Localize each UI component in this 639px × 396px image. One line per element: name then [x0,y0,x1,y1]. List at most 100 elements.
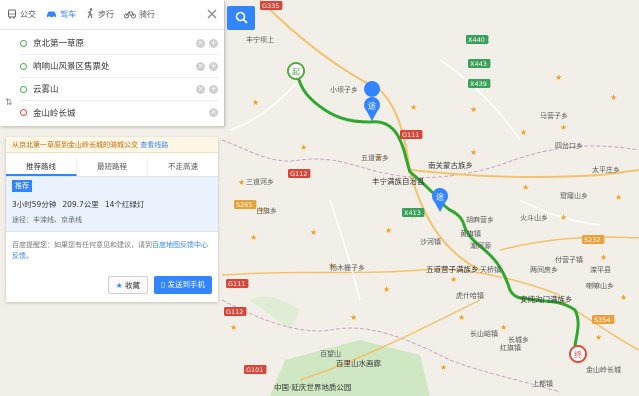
svg-text:★: ★ [520,128,527,137]
place-label: 百里山水画廊 [336,358,381,368]
send-label: 发送到手机 [167,280,206,289]
svg-text:G112: G112 [290,170,307,178]
place-label: 金山岭长城 [586,365,621,374]
remove-stop-icon[interactable]: × [196,61,205,71]
svg-text:终: 终 [574,350,582,360]
swap-icon[interactable]: ⇅ [5,98,13,108]
add-stop-icon[interactable]: + [209,84,218,94]
svg-text:G111: G111 [402,131,419,139]
start-marker[interactable]: 起 [287,62,305,80]
action-buttons: ★ 收藏 ▯ 发送到手机 [6,270,218,302]
via-dot-icon [20,85,27,93]
send-to-phone-button[interactable]: ▯ 发送到手机 [153,276,212,294]
route-option[interactable]: 推荐 3小时59分钟 209.7公里 14个红绿灯 途径：丰滦线、京承线 [6,177,218,232]
svg-text:★: ★ [300,143,307,152]
mode-walk-label: 步行 [98,10,114,19]
svg-text:★: ★ [600,253,607,262]
svg-text:★: ★ [620,293,627,302]
close-icon[interactable] [206,8,218,20]
road-shield: X440 [466,35,489,44]
notice-link[interactable]: 查看线路 [140,141,168,149]
search-button[interactable] [227,6,255,30]
add-stop-icon[interactable]: + [209,61,218,71]
road-shield: X413 [402,208,425,217]
route-stops: ⇅ 京北第一草原 × + 响响山风景区售票处 × + 云雾山 × + 金山岭长城… [0,30,224,126]
remove-stop-icon[interactable]: × [209,108,218,117]
place-label: 南关蒙古族乡 [428,160,473,170]
place-label: 黄旗镇 [460,229,481,238]
route-duration: 3小时59分钟 [12,200,57,209]
road-shield: X439 [468,79,491,88]
add-stop-icon[interactable]: + [209,38,218,48]
road-shield: G112 [288,169,311,178]
route-via: 途径：丰滦线、京承线 [12,216,82,224]
tab-shortest[interactable]: 最短路程 [77,157,148,176]
place-label: 付营子镇 [555,255,583,264]
svg-text:G101: G101 [246,366,263,374]
svg-text:★: ★ [595,333,602,342]
place-label: 红旗镇 [500,343,521,352]
walk-icon [86,8,95,21]
svg-text:★: ★ [440,363,447,372]
svg-text:★: ★ [470,105,477,114]
svg-text:★: ★ [350,313,357,322]
svg-text:★: ★ [615,193,622,202]
place-label: 滦平县 [590,265,611,274]
feedback-text: 百度提醒您：如果您有任何意见和建议，请到百度地图反馈中心反馈。 [6,232,218,270]
phone-icon: ▯ [160,280,166,289]
stop-end[interactable]: 金山岭长城 × [20,101,218,124]
tab-recommended[interactable]: 推荐路线 [6,157,77,176]
end-dot-icon [20,109,27,116]
svg-text:★: ★ [410,103,417,112]
search-icon [235,11,248,26]
svg-text:S354: S354 [594,316,611,324]
svg-text:G335: G335 [262,2,279,10]
place-label: 白旗乡 [256,206,277,215]
tab-no-highway[interactable]: 不走高速 [148,157,218,176]
star-icon: ★ [115,281,123,290]
route-panel: 公交 驾车 步行 骑行 ⇅ 京北第一草原 × + 响响山风景区售票处 × + 云… [0,0,224,126]
mode-bike[interactable]: 骑行 [119,0,160,30]
svg-text:X440: X440 [468,36,485,44]
bike-icon [124,9,136,21]
svg-text:G112: G112 [226,308,243,316]
svg-text:★: ★ [450,275,457,284]
feedback-end: 。 [26,252,33,260]
place-label: 马营子乡 [540,111,568,120]
place-label: 三道河乡 [246,177,274,186]
road-shield: X443 [468,59,491,68]
mode-car[interactable]: 驾车 [41,0,81,30]
favorite-button[interactable]: ★ 收藏 [107,276,148,294]
stop-start[interactable]: 京北第一草原 × + [20,32,218,55]
via-dot-icon [20,62,27,70]
place-label: 百望山 [320,349,341,358]
place-label: 四岔口乡 [555,141,583,150]
feedback-message: 百度提醒您：如果您有任何意见和建议，请到 [12,241,152,249]
place-label: 胡麻营乡 [466,215,494,224]
road-shield: G111 [226,279,249,288]
place-label: 五道营乡 [361,153,389,162]
mode-bus[interactable]: 公交 [2,0,41,30]
start-dot-icon [20,39,27,47]
end-marker[interactable]: 终 [569,345,587,363]
stop-via-2[interactable]: 云雾山 × + [20,78,218,101]
svg-text:★: ★ [383,285,390,294]
mode-walk[interactable]: 步行 [81,0,119,30]
stop-via-1[interactable]: 响响山风景区售票处 × + [20,55,218,78]
road-shield: G101 [244,365,267,374]
place-label: 天桥镇 [480,265,501,274]
route-tabs: 推荐路线 最短路程 不走高速 [6,157,218,177]
remove-stop-icon[interactable]: × [196,38,205,48]
route-metrics: 3小时59分钟 209.7公里 14个红绿灯 [12,199,212,210]
road-shield: G335 [260,1,283,10]
svg-text:★: ★ [238,178,245,187]
svg-text:★: ★ [458,313,465,322]
travel-mode-bar: 公交 驾车 步行 骑行 [0,0,224,30]
svg-text:★: ★ [500,323,507,332]
remove-stop-icon[interactable]: × [196,84,205,94]
road-shield: G112 [224,307,247,316]
place-label: 太平庄乡 [592,165,620,174]
svg-text:S232: S232 [584,236,601,244]
bus-notice: 从京北第一草原到金山岭长城的骑城公交 查看线路 [6,137,218,153]
svg-text:途: 途 [436,192,444,202]
